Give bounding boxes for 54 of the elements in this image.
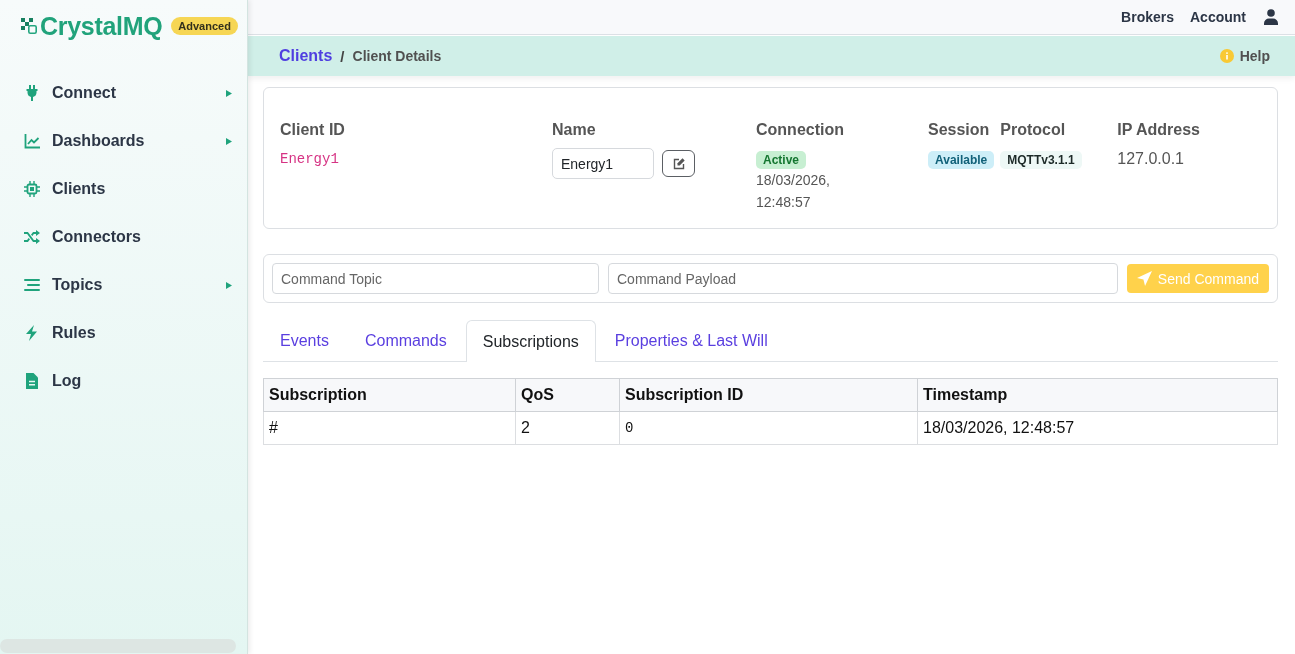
nav-item[interactable]: Log	[0, 357, 247, 405]
command-topic-field[interactable]: Command Topic	[272, 263, 599, 294]
nav-link[interactable]: Brokers	[1121, 9, 1174, 25]
nav-item[interactable]: Clients	[0, 165, 247, 213]
edit-button[interactable]	[662, 150, 695, 177]
column-header: Subscription	[263, 378, 516, 412]
nav-link[interactable]: Account	[1190, 9, 1246, 25]
shuffle-icon	[24, 229, 40, 245]
chip-icon	[24, 181, 40, 197]
line-chart-icon	[24, 133, 40, 149]
tab[interactable]: Events	[263, 320, 346, 361]
logo-icon	[21, 18, 37, 34]
command-payload-field[interactable]: Command Payload	[608, 263, 1118, 294]
nav-item[interactable]: Connectors	[0, 213, 247, 261]
column-header: Subscription ID	[619, 378, 918, 412]
tab[interactable]: Properties & Last Will	[597, 320, 785, 361]
field-label: IP Address	[1117, 120, 1200, 140]
nav-item[interactable]: Connect	[0, 69, 247, 117]
nav-item[interactable]: Dashboards	[0, 117, 247, 165]
document-icon	[24, 373, 40, 389]
info-icon	[1219, 49, 1234, 63]
table-cell: 18/03/2026, 12:48:57	[917, 411, 1278, 445]
ip-address-value: 127.0.0.1	[1117, 149, 1184, 169]
column-header: QoS	[515, 378, 620, 412]
help-link[interactable]: Help	[1219, 48, 1270, 64]
nav-item[interactable]: Topics	[0, 261, 247, 309]
connection-time: 18/03/2026, 12:48:57	[756, 171, 831, 212]
table-cell: 0	[619, 411, 918, 445]
tab[interactable]: Subscriptions	[465, 320, 596, 362]
status-badge: Available	[928, 151, 995, 169]
user-icon[interactable]	[1264, 9, 1278, 25]
breadcrumb-separator: /	[340, 47, 345, 65]
logo-text: CrystalMQ	[40, 11, 163, 41]
breadcrumb-current: Client Details	[352, 48, 442, 64]
table-cell: 2	[515, 411, 620, 445]
field-label: Client ID	[280, 120, 345, 140]
field-label: Name	[552, 120, 596, 140]
plug-icon	[24, 85, 40, 101]
field-label: Connection	[756, 120, 844, 140]
paper-plane-icon	[1136, 271, 1152, 286]
nav-item[interactable]: Rules	[0, 309, 247, 357]
field-label: Protocol	[1000, 120, 1066, 140]
status-badge: Active	[756, 151, 807, 169]
name-field[interactable]: Energy1	[552, 148, 654, 179]
edition-badge: Advanced	[171, 17, 238, 35]
breadcrumb-link[interactable]: Clients	[279, 47, 333, 65]
tab[interactable]: Commands	[347, 320, 464, 361]
column-header: Timestamp	[917, 378, 1278, 412]
client-id-value: Energy1	[280, 150, 339, 169]
field-label: Session	[928, 120, 990, 140]
table-cell: #	[263, 411, 516, 445]
edit-icon	[672, 157, 685, 170]
status-badge: MQTTv3.1.1	[1000, 151, 1082, 169]
list-icon	[24, 277, 40, 293]
